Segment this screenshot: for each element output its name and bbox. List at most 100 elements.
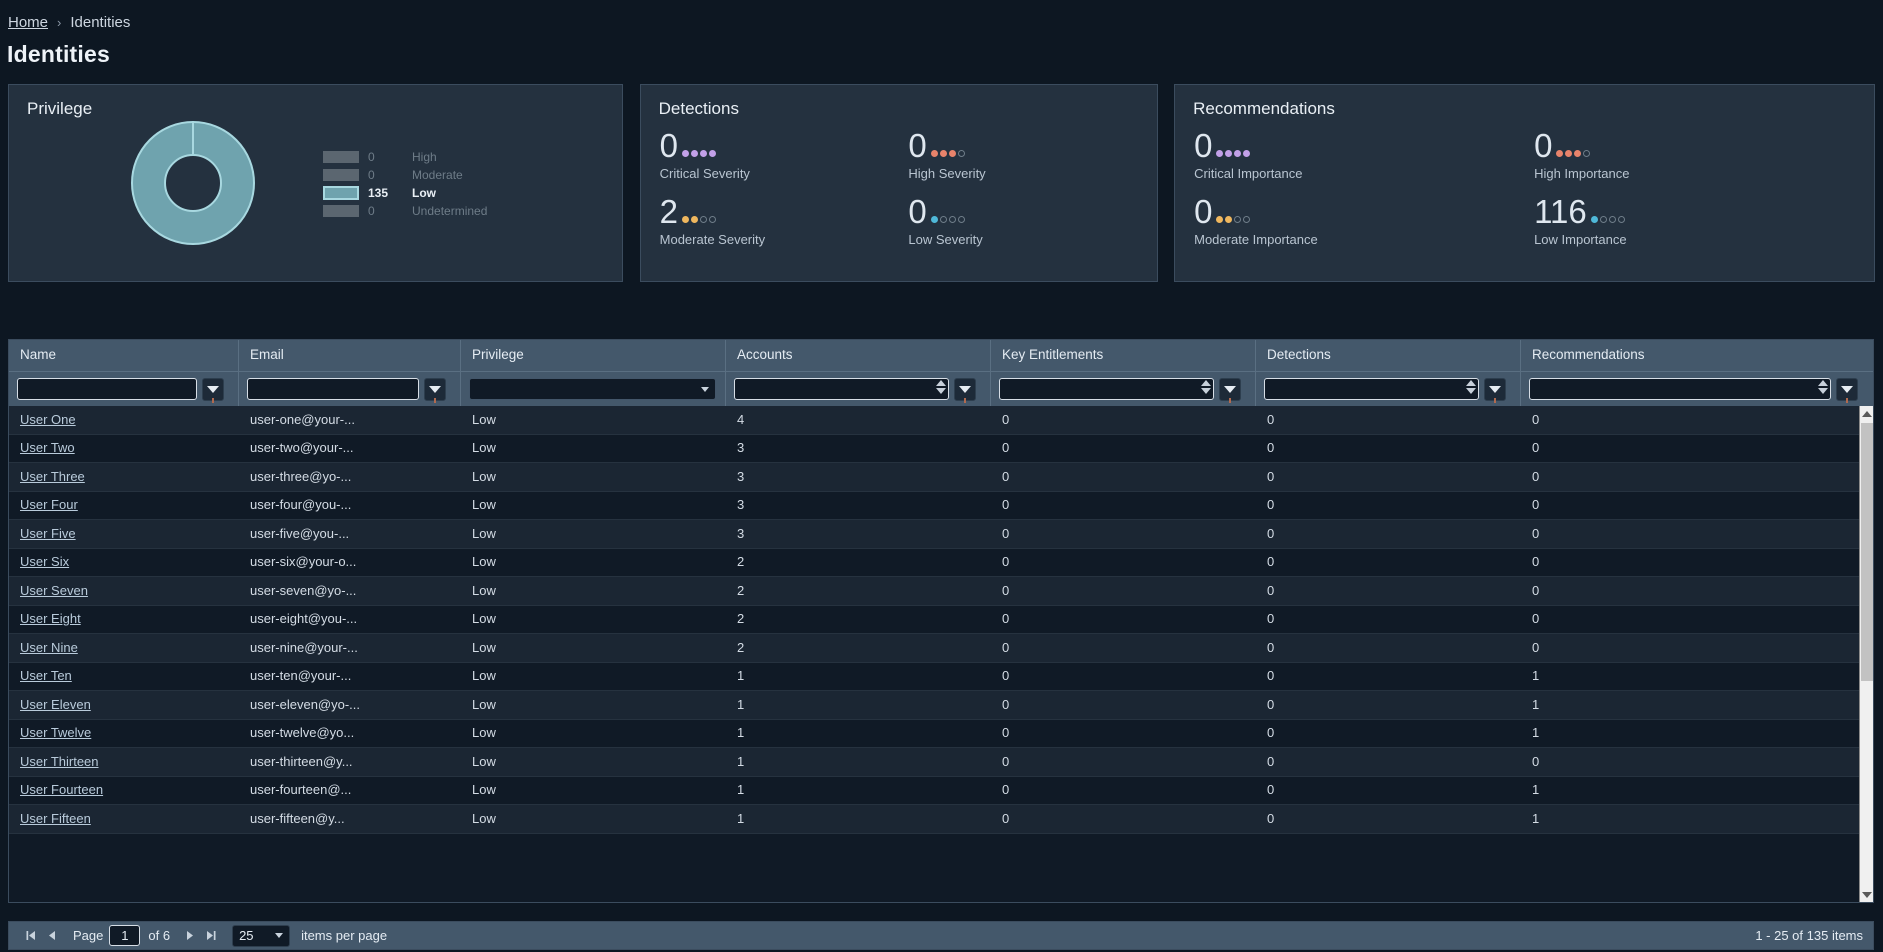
table-row[interactable]: User Sixuser-six@your-o...Low2000: [9, 549, 1873, 578]
spinner-recommendations[interactable]: [1818, 380, 1828, 394]
filter-input-accounts[interactable]: [734, 378, 949, 400]
spinner-down-icon[interactable]: [1818, 388, 1828, 394]
identity-name-link[interactable]: User Six: [20, 554, 69, 569]
identity-name-link[interactable]: User Five: [20, 526, 76, 541]
cell-accounts: 3: [737, 497, 744, 512]
column-header-privilege[interactable]: Privilege: [461, 340, 726, 371]
table-row[interactable]: User Thirteenuser-thirteen@y...Low1000: [9, 748, 1873, 777]
identity-name-link[interactable]: User Ten: [20, 668, 72, 683]
grid-vertical-scrollbar[interactable]: [1859, 406, 1873, 902]
privilege-donut-chart[interactable]: [131, 121, 255, 245]
filter-input-recommendations[interactable]: [1529, 378, 1831, 400]
filter-select-privilege[interactable]: [469, 378, 716, 400]
spinner-down-icon[interactable]: [1201, 388, 1211, 394]
spinner-accounts[interactable]: [936, 380, 946, 394]
dot-empty: [1243, 216, 1250, 223]
table-row[interactable]: User Tenuser-ten@your-...Low1001: [9, 663, 1873, 692]
legend-item-high[interactable]: 0 High: [323, 148, 487, 166]
legend-item-undetermined[interactable]: 0 Undetermined: [323, 202, 487, 220]
legend-label-undetermined: Undetermined: [412, 204, 487, 218]
column-header-recommendations[interactable]: Recommendations: [1521, 340, 1873, 371]
spinner-down-icon[interactable]: [936, 388, 946, 394]
recommendation-metric-critical-importance[interactable]: 0 Critical Importance: [1194, 129, 1534, 181]
filter-button-detections[interactable]: [1484, 378, 1506, 401]
breadcrumb-home-link[interactable]: Home: [8, 14, 48, 31]
cell-email: user-five@you-...: [239, 520, 461, 549]
page-number-input[interactable]: [109, 925, 140, 946]
filter-button-recommendations[interactable]: [1836, 378, 1858, 401]
last-page-button[interactable]: [200, 925, 222, 947]
identity-name-link[interactable]: User Thirteen: [20, 754, 99, 769]
metric-value-row: 116: [1534, 195, 1874, 228]
identity-name-link[interactable]: User Eleven: [20, 697, 91, 712]
detection-metric-critical-severity[interactable]: 0 Critical Severity: [660, 129, 909, 181]
filter-input-name[interactable]: [17, 378, 197, 400]
filter-input-email[interactable]: [247, 378, 419, 400]
table-row[interactable]: User Nineuser-nine@your-...Low2000: [9, 634, 1873, 663]
page-size-select[interactable]: 25: [232, 925, 290, 947]
table-row[interactable]: User Threeuser-three@yo-...Low3000: [9, 463, 1873, 492]
table-row[interactable]: User Fifteenuser-fifteen@y...Low1001: [9, 805, 1873, 834]
filter-button-accounts[interactable]: [954, 378, 976, 401]
identity-name-link[interactable]: User Eight: [20, 611, 81, 626]
cell-email: user-ten@your-...: [250, 668, 351, 683]
legend-item-moderate[interactable]: 0 Moderate: [323, 166, 487, 184]
recommendation-metric-high-importance[interactable]: 0 High Importance: [1534, 129, 1874, 181]
spinner-up-icon[interactable]: [1201, 380, 1211, 386]
scrollbar-thumb[interactable]: [1861, 423, 1873, 681]
identity-name-link[interactable]: User Nine: [20, 640, 78, 655]
detection-metric-high-severity[interactable]: 0 High Severity: [908, 129, 1157, 181]
identity-name-link[interactable]: User Four: [20, 497, 78, 512]
cell-email: user-eleven@yo-...: [250, 697, 360, 712]
identity-name-link[interactable]: User Three: [20, 469, 85, 484]
spinner-key-entitlements[interactable]: [1201, 380, 1211, 394]
previous-page-button[interactable]: [41, 925, 63, 947]
spinner-up-icon[interactable]: [1466, 380, 1476, 386]
recommendation-metric-low-importance[interactable]: 116 Low Importance: [1534, 195, 1874, 247]
spinner-up-icon[interactable]: [936, 380, 946, 386]
scroll-down-icon[interactable]: [1860, 887, 1873, 902]
legend-item-low[interactable]: 135 Low: [323, 184, 487, 202]
filter-input-detections[interactable]: [1264, 378, 1479, 400]
recommendation-metric-moderate-importance[interactable]: 0 Moderate Importance: [1194, 195, 1534, 247]
column-header-accounts[interactable]: Accounts: [726, 340, 991, 371]
filter-button-email[interactable]: [424, 378, 446, 401]
column-header-detections[interactable]: Detections: [1256, 340, 1521, 371]
detection-metric-low-severity[interactable]: 0 Low Severity: [908, 195, 1157, 247]
identity-name-link[interactable]: User Twelve: [20, 725, 91, 740]
table-row[interactable]: User Elevenuser-eleven@yo-...Low1001: [9, 691, 1873, 720]
identity-name-link[interactable]: User One: [20, 412, 76, 427]
spinner-down-icon[interactable]: [1466, 388, 1476, 394]
table-row[interactable]: User Fouruser-four@you-...Low3000: [9, 492, 1873, 521]
filter-input-key-entitlements[interactable]: [999, 378, 1214, 400]
table-row[interactable]: User Twelveuser-twelve@yo...Low1001: [9, 720, 1873, 749]
spinner-detections[interactable]: [1466, 380, 1476, 394]
spinner-up-icon[interactable]: [1818, 380, 1828, 386]
cell-key_entitlements: 0: [1002, 697, 1009, 712]
table-row[interactable]: User Twouser-two@your-...Low3000: [9, 435, 1873, 464]
identity-name-link[interactable]: User Two: [20, 440, 75, 455]
column-header-email[interactable]: Email: [239, 340, 461, 371]
first-page-button[interactable]: [19, 925, 41, 947]
dot-filled: [1225, 150, 1232, 157]
dot-empty: [940, 216, 947, 223]
filter-button-key-entitlements[interactable]: [1219, 378, 1241, 401]
identity-name-link[interactable]: User Fourteen: [20, 782, 103, 797]
filter-button-name[interactable]: [202, 378, 224, 401]
table-row[interactable]: User Oneuser-one@your-...Low4000: [9, 406, 1873, 435]
identity-name-link[interactable]: User Seven: [20, 583, 88, 598]
identity-name-link[interactable]: User Fifteen: [20, 811, 91, 826]
column-header-name[interactable]: Name: [9, 340, 239, 371]
metric-value-row: 0: [908, 195, 1157, 228]
cell-privilege: Low: [472, 754, 496, 769]
table-row[interactable]: User Sevenuser-seven@yo-...Low2000: [9, 577, 1873, 606]
table-row[interactable]: User Eightuser-eight@you-...Low2000: [9, 606, 1873, 635]
table-row[interactable]: User Fourteenuser-fourteen@...Low1001: [9, 777, 1873, 806]
cell-email: user-six@your-o...: [250, 554, 356, 569]
cell-detections: 0: [1267, 668, 1274, 683]
scroll-up-icon[interactable]: [1860, 406, 1873, 421]
table-row[interactable]: User Fiveuser-five@you-...Low3000: [9, 520, 1873, 549]
next-page-button[interactable]: [178, 925, 200, 947]
detection-metric-moderate-severity[interactable]: 2 Moderate Severity: [660, 195, 909, 247]
column-header-key-entitlements[interactable]: Key Entitlements: [991, 340, 1256, 371]
